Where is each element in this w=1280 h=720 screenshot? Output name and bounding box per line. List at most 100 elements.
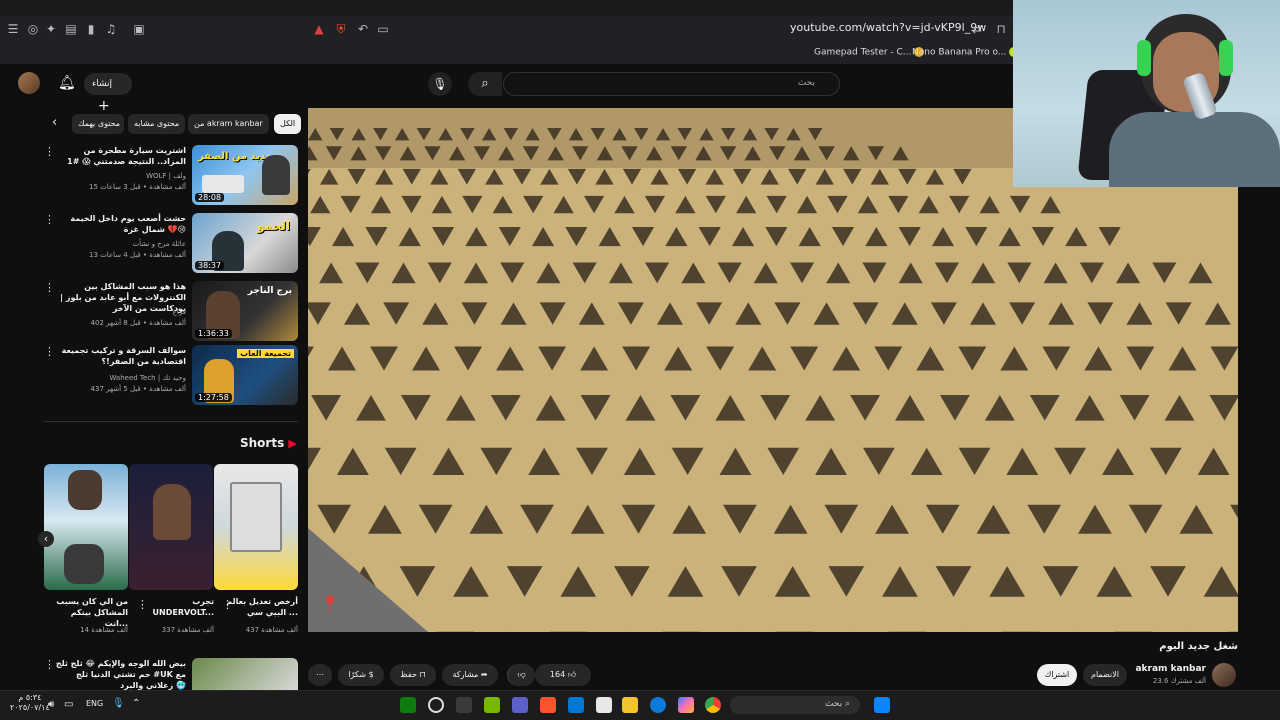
- shorts-icon: ▶: [288, 437, 297, 450]
- chrome-icon[interactable]: [705, 697, 721, 713]
- voice-search-mic-icon[interactable]: 🎙︎: [428, 72, 452, 96]
- more-options-icon[interactable]: ⋮: [44, 145, 55, 158]
- save-label: حفظ: [400, 670, 417, 679]
- list-item[interactable]: ⋮ اشتريت سيارة مطحرة من المزاد.. النتيجة…: [44, 145, 298, 207]
- location-pin-icon[interactable]: ◎: [26, 22, 40, 36]
- search-icon[interactable]: ⌕: [468, 72, 502, 96]
- xbox-icon[interactable]: [400, 697, 416, 713]
- notifications-bell-icon[interactable]: 🔔︎: [58, 75, 76, 91]
- taskbar-search[interactable]: بحث ⌕: [730, 696, 860, 714]
- clock-date: ٢٠٢٥/٠٧/١٤: [10, 703, 50, 712]
- short-thumbnail[interactable]: [129, 464, 213, 590]
- join-button[interactable]: الانضمام: [1083, 664, 1127, 686]
- video-thumbnail[interactable]: برج الناجر 1:36:33: [192, 281, 298, 341]
- headphones-ear-left: [1137, 40, 1151, 76]
- avatar[interactable]: [18, 72, 40, 94]
- taskbar-search-label: بحث: [824, 699, 843, 709]
- channel-name: Waheed Tech | وحيد تك: [109, 374, 186, 382]
- translate-icon[interactable]: ⇄: [970, 22, 984, 36]
- divider: [44, 421, 298, 422]
- chip-from-channel[interactable]: من akram kanbar: [188, 114, 269, 134]
- chip-for-you[interactable]: محتوى يهمك: [72, 114, 124, 134]
- cast-icon[interactable]: ▭: [376, 22, 390, 36]
- obs-icon[interactable]: [428, 697, 444, 713]
- more-options-icon[interactable]: ⋮: [44, 213, 55, 226]
- chevron-up-icon[interactable]: ⌃: [132, 698, 140, 709]
- system-clock[interactable]: ٥:٣٤ م ٢٠٢٥/٠٧/١٤: [10, 693, 50, 713]
- brave-icon[interactable]: [540, 697, 556, 713]
- bookmark-icon[interactable]: ⊓: [994, 22, 1008, 36]
- thanks-button[interactable]: شكرًا $: [338, 664, 384, 686]
- more-options-icon[interactable]: ⋮: [137, 598, 148, 611]
- address-bar[interactable]: youtube.com/watch?v=jd-vKP9l_9w: [790, 21, 990, 39]
- chip-all[interactable]: الكل: [274, 114, 302, 134]
- short-title[interactable]: من الي كان يسبب المشاكل بينكم انت...: [48, 596, 128, 629]
- save-button[interactable]: حفظ ⊓: [390, 664, 436, 686]
- network-icon[interactable]: ▭: [64, 699, 73, 710]
- video-meta: 402 ألف مشاهدة • قبل 8 أشهر: [90, 319, 186, 327]
- nvidia-icon[interactable]: [484, 697, 500, 713]
- more-horizontal-icon: ⋯: [316, 670, 324, 679]
- puzzle-icon[interactable]: ✦: [44, 22, 58, 36]
- more-actions-button[interactable]: ⋯: [308, 664, 332, 686]
- channel-avatar[interactable]: [1212, 663, 1236, 687]
- channel-name: WOLF | ولف: [146, 172, 186, 180]
- copilot-icon[interactable]: [678, 697, 694, 713]
- more-options-icon[interactable]: ⋮: [44, 345, 55, 358]
- tabs-icon[interactable]: ▤: [64, 22, 78, 36]
- subscribe-button[interactable]: اشتراك: [1037, 664, 1077, 686]
- list-item[interactable]: ⋮ سوالف السرقة و تركيب تجميعة اقتصادية م…: [44, 345, 298, 407]
- thumbnail-text: برج الناجر: [247, 286, 292, 296]
- chevron-left-icon[interactable]: ‹: [52, 115, 57, 130]
- undo-icon[interactable]: ↶: [356, 22, 370, 36]
- store-icon[interactable]: [596, 697, 612, 713]
- sidebar-icon[interactable]: ▮: [84, 22, 98, 36]
- thumbs-up-icon: 👍︎: [567, 670, 577, 679]
- share-button[interactable]: مشاركة ➦: [442, 664, 498, 686]
- search-input[interactable]: بحث: [503, 72, 840, 96]
- music-icon[interactable]: ♫: [104, 22, 118, 36]
- person-shape: [64, 544, 104, 584]
- volume-icon[interactable]: 🔊︎: [48, 699, 54, 710]
- more-options-icon[interactable]: ⋮: [222, 598, 233, 611]
- thumbs-down-icon: 👎︎: [517, 670, 526, 679]
- brave-shield-icon[interactable]: ⛨: [334, 22, 348, 36]
- like-button[interactable]: 164 👍︎: [535, 664, 591, 686]
- file-explorer-icon[interactable]: [622, 697, 638, 713]
- video-thumbnail[interactable]: تحديد من الصفر 28:08: [192, 145, 298, 205]
- screenshot-icon[interactable]: ▣: [132, 22, 146, 36]
- bookmark-nano-banana[interactable]: Nano Banana Pro o...: [912, 47, 1022, 58]
- mail-icon[interactable]: [568, 697, 584, 713]
- person-shape: [262, 155, 290, 195]
- windows-start-icon[interactable]: [874, 697, 890, 713]
- bookmark-label: Gamepad Tester - C...: [814, 47, 912, 58]
- bookmark-gamepad[interactable]: Gamepad Tester - C...: [814, 47, 927, 58]
- pc-case-shape: [230, 482, 282, 552]
- list-item[interactable]: ⋮ بيض الله الوجه والإيكم 😂 ثلج ثلج حم تش…: [44, 658, 298, 690]
- short-thumbnail[interactable]: [214, 464, 298, 590]
- microphone-icon[interactable]: 🎙︎: [112, 698, 125, 709]
- chip-related[interactable]: محتوى مشابه: [128, 114, 186, 134]
- chevron-left-icon[interactable]: ‹: [38, 531, 54, 547]
- list-item[interactable]: ⋮ هذا هو سبب المشاكل بين الكنترولات مع أ…: [44, 281, 298, 343]
- video-thumbnail[interactable]: [192, 658, 298, 690]
- teams-icon[interactable]: [512, 697, 528, 713]
- menu-icon[interactable]: ☰: [6, 22, 20, 36]
- more-options-icon[interactable]: ⋮: [44, 281, 55, 294]
- settings-gear-icon[interactable]: [456, 697, 472, 713]
- edge-icon[interactable]: [650, 697, 666, 713]
- channel-name[interactable]: akram kanbar: [1130, 664, 1206, 674]
- headphones-ear-right: [1219, 40, 1233, 76]
- dislike-button[interactable]: 👎︎: [507, 664, 535, 686]
- video-thumbnail[interactable]: الحمو 38:37: [192, 213, 298, 273]
- alert-icon[interactable]: ▲: [312, 22, 326, 36]
- like-count: 164: [549, 670, 566, 679]
- create-button[interactable]: إنشاء +: [84, 73, 132, 114]
- language-indicator[interactable]: ENG: [86, 699, 103, 708]
- page-title: شغل جديد اليوم: [1159, 641, 1238, 652]
- video-thumbnail[interactable]: تجميعة العاب 1:27:58: [192, 345, 298, 405]
- short-views: 337 ألف مشاهدة: [161, 626, 214, 634]
- clock-time: ٥:٣٤ م: [18, 693, 42, 702]
- short-thumbnail[interactable]: [44, 464, 128, 590]
- list-item[interactable]: ⋮ حشت أصعب يوم داخل الخيمة شمال غزة 💔😢 ع…: [44, 213, 298, 275]
